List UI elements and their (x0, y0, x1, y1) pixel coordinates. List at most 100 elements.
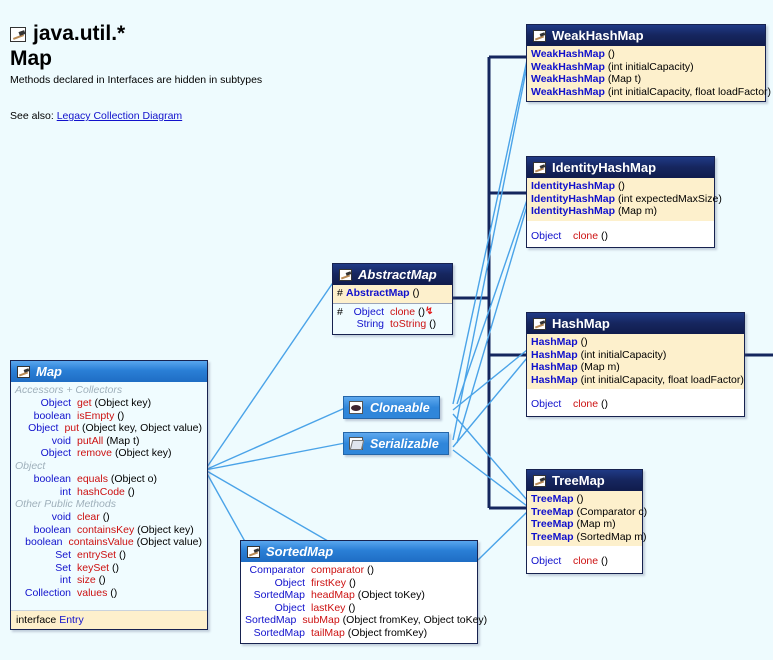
member-row[interactable]: Set entrySet () (15, 549, 202, 562)
package-name: java.util.* (33, 22, 126, 45)
constructor-row[interactable]: IdentityHashMap () (531, 180, 709, 193)
class-box-map-title: Map (36, 364, 62, 379)
class-box-abstractmap-constructors: # AbstractMap () (333, 285, 452, 303)
member-row[interactable]: SortedMap headMap (Object toKey) (245, 589, 472, 602)
class-box-serializable[interactable]: Serializable (343, 432, 449, 455)
class-box-weakhashmap[interactable]: WeakHashMap WeakHashMap () WeakHashMap (… (526, 24, 771, 103)
constructor-row[interactable]: HashMap (int initialCapacity, float load… (531, 374, 744, 387)
diagram-note: Methods declared in Interfaces are hidde… (10, 74, 263, 86)
class-box-identityhashmap-constructors: IdentityHashMap () IdentityHashMap (int … (527, 178, 722, 221)
class-box-hashmap-constructors: HashMap () HashMap (int initialCapacity)… (527, 334, 744, 390)
class-box-abstractmap-methods: # Object clone () ↯ String toString () (333, 303, 452, 334)
constructor-row[interactable]: IdentityHashMap (int expectedMaxSize) (531, 193, 722, 206)
constructor-row[interactable]: TreeMap (SortedMap m) (531, 531, 647, 544)
constructor-row[interactable]: WeakHashMap () (531, 48, 760, 61)
constructor-row[interactable]: TreeMap () (531, 493, 637, 506)
class-box-identityhashmap[interactable]: IdentityHashMap IdentityHashMap () Ident… (526, 156, 722, 249)
nested-keyword: interface (16, 614, 57, 627)
class-box-abstractmap-header: AbstractMap (333, 264, 452, 285)
class-box-hashmap-title: HashMap (552, 316, 610, 331)
class-icon (339, 268, 352, 281)
class-box-treemap-methods: Object clone () (527, 546, 642, 573)
member-row[interactable]: String toString () (337, 318, 447, 331)
class-box-map-header: Map (11, 361, 207, 382)
member-row[interactable]: Object remove (Object key) (15, 447, 202, 460)
class-box-treemap-header: TreeMap (527, 470, 642, 491)
constructor-row[interactable]: TreeMap (Comparator c) (531, 506, 647, 519)
class-box-sortedmap-title: SortedMap (266, 544, 334, 559)
class-icon (533, 161, 546, 174)
throws-marker: ↯ (425, 305, 434, 317)
class-box-weakhashmap-constructors: WeakHashMap () WeakHashMap (int initialC… (527, 46, 771, 102)
package-icon (10, 26, 26, 42)
member-row[interactable]: Object clone () (531, 398, 739, 411)
nested-type-name[interactable]: Entry (59, 614, 84, 626)
constructor-row[interactable]: HashMap (int initialCapacity) (531, 349, 739, 362)
class-box-hashmap-header: HashMap (527, 313, 744, 334)
class-icon (533, 317, 546, 330)
constructor-row[interactable]: WeakHashMap (Map t) (531, 73, 760, 86)
member-row[interactable]: Object clone () (531, 555, 637, 568)
member-group-label: Other Public Methods (15, 498, 116, 511)
class-box-hashmap-methods: Object clone () (527, 389, 744, 416)
member-row[interactable]: Object clone () (531, 230, 709, 243)
class-icon (533, 474, 546, 487)
class-icon (533, 29, 546, 42)
class-box-treemap-constructors: TreeMap () TreeMap (Comparator c) TreeMa… (527, 491, 647, 547)
member-row[interactable]: boolean containsKey (Object key) (15, 524, 202, 537)
member-row[interactable]: boolean containsValue (Object value) (15, 536, 202, 549)
class-box-weakhashmap-title: WeakHashMap (552, 28, 644, 43)
member-row[interactable]: Comparator comparator () (245, 564, 472, 577)
constructor-row[interactable]: WeakHashMap (int initialCapacity, float … (531, 86, 771, 99)
member-row[interactable]: void clear () (15, 511, 202, 524)
class-box-sortedmap-members: Comparator comparator () Object firstKey (… (241, 562, 487, 643)
class-box-hashmap[interactable]: HashMap HashMap () HashMap (int initialC… (526, 312, 745, 417)
inheritance-lines (453, 55, 773, 510)
interface-icon (17, 365, 30, 378)
member-group-label: Object (15, 459, 46, 472)
constructor-row[interactable]: HashMap () (531, 336, 739, 349)
member-row[interactable]: Set keySet () (15, 562, 202, 575)
constructor-row[interactable]: IdentityHashMap (Map m) (531, 205, 709, 218)
class-box-identityhashmap-header: IdentityHashMap (527, 157, 714, 178)
member-row[interactable]: boolean isEmpty () (15, 410, 202, 423)
member-row[interactable]: SortedMap tailMap (Object fromKey) (245, 627, 472, 640)
nested-type-entry[interactable]: interface Entry (11, 610, 207, 630)
page-title: Map (10, 47, 52, 70)
see-also-label: See also: (10, 110, 54, 122)
class-box-map[interactable]: Map Accessors + Collectors Object get (Ob… (10, 360, 208, 631)
class-box-abstractmap[interactable]: AbstractMap # AbstractMap () # Object clone… (332, 263, 453, 335)
class-box-cloneable[interactable]: Cloneable (343, 396, 440, 419)
class-box-treemap[interactable]: TreeMap TreeMap () TreeMap (Comparator c… (526, 469, 647, 574)
constructor-row[interactable]: HashMap (Map m) (531, 361, 739, 374)
interface-icon (247, 545, 260, 558)
member-group-label: Accessors + Collectors (15, 384, 123, 396)
legacy-collection-diagram-link[interactable]: Legacy Collection Diagram (57, 110, 182, 122)
class-box-treemap-title: TreeMap (552, 473, 605, 488)
member-row[interactable]: Object get (Object key) (15, 397, 202, 410)
serializable-icon (349, 437, 363, 450)
member-row[interactable]: int size () (15, 574, 202, 587)
class-box-weakhashmap-header: WeakHashMap (527, 25, 765, 46)
member-row[interactable]: Object firstKey () (245, 577, 472, 590)
member-row[interactable]: SortedMap subMap (Object fromKey, Object … (245, 614, 487, 627)
member-row[interactable]: boolean equals (Object o) (15, 473, 202, 486)
member-row[interactable]: int hashCode () (15, 486, 202, 499)
member-row[interactable]: Object put (Object key, Object value) (15, 422, 202, 435)
constructor-row[interactable]: WeakHashMap (int initialCapacity) (531, 61, 760, 74)
member-row[interactable]: # Object clone () ↯ (337, 306, 447, 319)
class-box-identityhashmap-title: IdentityHashMap (552, 160, 657, 175)
constructor-row[interactable]: # AbstractMap () (337, 287, 447, 300)
class-box-sortedmap-header: SortedMap (241, 541, 477, 562)
member-row[interactable]: void putAll (Map t) (15, 435, 202, 448)
constructor-row[interactable]: TreeMap (Map m) (531, 518, 637, 531)
class-box-sortedmap[interactable]: SortedMap Comparator comparator () Object… (240, 540, 487, 644)
diagram-header: java.util.* Map Methods declared in Inte… (10, 22, 262, 122)
member-row[interactable]: Object lastKey () (245, 602, 472, 615)
member-row[interactable]: Collection values () (15, 587, 202, 600)
cloneable-icon (349, 401, 363, 414)
class-box-serializable-title: Serializable (370, 436, 439, 451)
see-also: See also: Legacy Collection Diagram (10, 110, 262, 122)
class-box-cloneable-title: Cloneable (370, 400, 430, 415)
class-box-map-members: Accessors + Collectors Object get (Object… (11, 382, 207, 611)
